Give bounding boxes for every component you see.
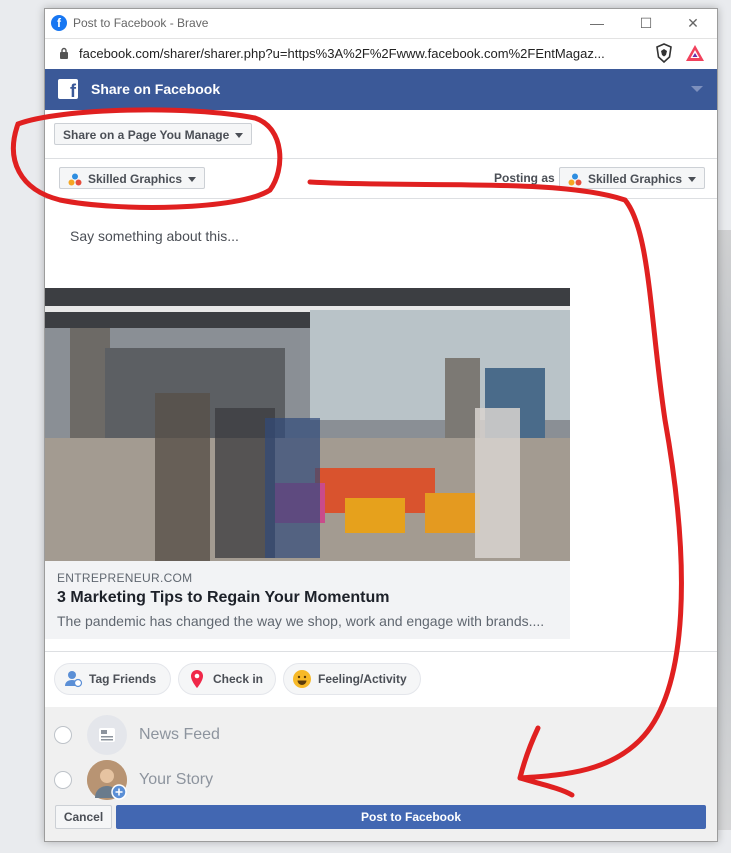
posting-as-label: Posting as bbox=[494, 171, 555, 185]
title-bar: f Post to Facebook - Brave — ☐ ✕ bbox=[45, 9, 717, 38]
url-text[interactable]: facebook.com/sharer/sharer.php?u=https%3… bbox=[79, 46, 605, 61]
feeling-activity-label: Feeling/Activity bbox=[318, 672, 407, 686]
cancel-button[interactable]: Cancel bbox=[55, 805, 112, 829]
facebook-header: f Share on Facebook bbox=[45, 69, 717, 110]
link-title: 3 Marketing Tips to Regain Your Momentum bbox=[57, 589, 390, 606]
page-select-label: Skilled Graphics bbox=[88, 172, 183, 186]
feeling-activity-button[interactable]: Feeling/Activity bbox=[283, 663, 421, 695]
share-target-dropdown[interactable]: Share on a Page You Manage bbox=[54, 123, 253, 145]
address-bar[interactable]: facebook.com/sharer/sharer.php?u=https%3… bbox=[45, 38, 717, 70]
divider bbox=[45, 158, 717, 159]
divider bbox=[45, 651, 717, 652]
tag-friends-button[interactable]: Tag Friends bbox=[54, 663, 171, 695]
check-in-label: Check in bbox=[213, 672, 264, 686]
maximize-button[interactable]: ☐ bbox=[626, 12, 666, 34]
your-story-radio[interactable] bbox=[54, 771, 72, 789]
rewards-triangle-icon[interactable] bbox=[685, 44, 705, 62]
posting-as-value: Skilled Graphics bbox=[588, 172, 683, 186]
close-button[interactable]: ✕ bbox=[673, 12, 713, 34]
link-preview-image bbox=[45, 288, 570, 561]
header-title: Share on Facebook bbox=[91, 81, 221, 97]
tag-friends-label: Tag Friends bbox=[89, 672, 157, 686]
smiley-icon bbox=[293, 670, 311, 688]
tag-friends-icon bbox=[65, 671, 83, 688]
news-feed-icon bbox=[87, 715, 127, 755]
link-preview-card[interactable]: ENTREPRENEUR.COM 3 Marketing Tips to Reg… bbox=[45, 288, 570, 639]
header-menu-caret-icon[interactable] bbox=[691, 86, 703, 92]
minimize-button[interactable]: — bbox=[577, 12, 617, 34]
page-avatar-icon bbox=[68, 173, 82, 186]
chevron-down-icon bbox=[688, 177, 697, 183]
share-target-label: Share on a Page You Manage bbox=[63, 128, 230, 142]
link-domain: ENTREPRENEUR.COM bbox=[57, 571, 193, 585]
page-select-dropdown[interactable]: Skilled Graphics bbox=[59, 167, 206, 189]
composer-input[interactable]: Say something about this... bbox=[70, 228, 239, 244]
facebook-logo-icon: f bbox=[58, 79, 78, 101]
brave-shield-icon[interactable] bbox=[654, 43, 674, 64]
location-pin-icon bbox=[191, 670, 203, 688]
link-description: The pandemic has changed the way we shop… bbox=[57, 613, 545, 629]
posting-as-dropdown[interactable]: Skilled Graphics bbox=[559, 167, 706, 189]
your-story-label: Your Story bbox=[139, 771, 214, 788]
facebook-favicon-icon: f bbox=[51, 15, 67, 31]
check-in-button[interactable]: Check in bbox=[178, 663, 276, 695]
chevron-down-icon bbox=[188, 177, 197, 183]
share-popup-window: f Post to Facebook - Brave — ☐ ✕ faceboo… bbox=[44, 8, 718, 842]
news-feed-label: News Feed bbox=[139, 726, 220, 743]
post-to-facebook-button[interactable]: Post to Facebook bbox=[116, 805, 706, 829]
lock-icon bbox=[59, 47, 69, 62]
page-avatar-icon bbox=[568, 173, 582, 186]
news-feed-radio[interactable] bbox=[54, 726, 72, 744]
divider bbox=[45, 198, 717, 199]
window-title: Post to Facebook - Brave bbox=[73, 16, 209, 30]
chevron-down-icon bbox=[235, 133, 244, 139]
story-avatar bbox=[87, 760, 127, 800]
